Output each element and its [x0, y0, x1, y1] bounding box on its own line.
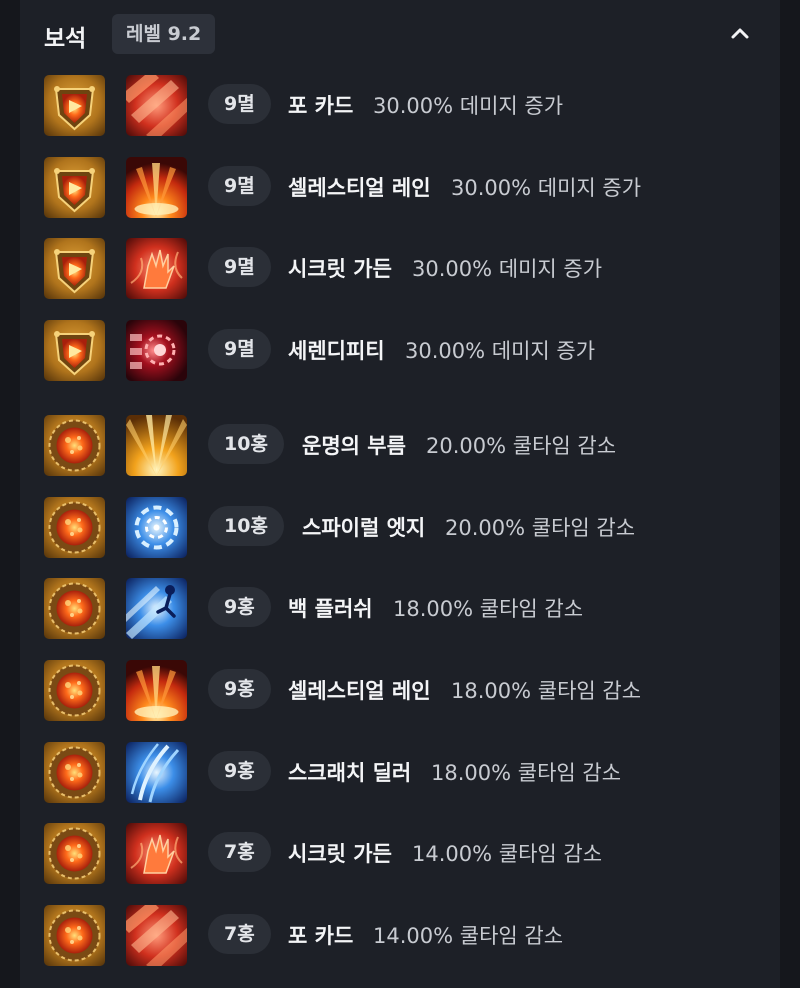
- gem-effect: 30.00% 데미지 증가: [405, 339, 596, 363]
- crimson-vortex-skill-icon: [126, 320, 187, 381]
- gem-row[interactable]: 9멸 시크릿 가든 30.00% 데미지 증가: [20, 233, 780, 303]
- gem-row[interactable]: 9멸 셀레스티얼 레인 30.00% 데미지 증가: [20, 152, 780, 222]
- fire-burst-skill-icon: [126, 660, 187, 721]
- gem-row[interactable]: 9홍 백 플러쉬 18.00% 쿨타임 감소: [20, 573, 780, 643]
- gem-row[interactable]: 10홍 운명의 부름 20.00% 쿨타임 감소: [20, 410, 780, 480]
- annihilation-gem-icon: [44, 75, 105, 136]
- skill-name: 백 플러쉬: [288, 597, 373, 621]
- gem-row[interactable]: 7홍 시크릿 가든 14.00% 쿨타임 감소: [20, 818, 780, 888]
- gem-effect: 14.00% 쿨타임 감소: [412, 842, 603, 866]
- gem-row[interactable]: 7홍 포 카드 14.00% 쿨타임 감소: [20, 900, 780, 970]
- gem-grade-badge: 10홍: [208, 506, 284, 546]
- crimson-flame-gem-icon: [44, 660, 105, 721]
- gem-effect: 30.00% 데미지 증가: [451, 176, 642, 200]
- gem-row[interactable]: 9홍 셀레스티얼 레인 18.00% 쿨타임 감소: [20, 655, 780, 725]
- gem-row[interactable]: 9홍 스크래치 딜러 18.00% 쿨타임 감소: [20, 737, 780, 807]
- gem-panel: 보석 레벨 9.2 9멸 포 카드 30.00% 데미지 증가 9멸 셀레스티얼 레인 3…: [20, 0, 780, 988]
- skill-name: 운명의 부름: [302, 434, 406, 458]
- skill-name: 셀레스티얼 레인: [288, 176, 431, 200]
- annihilation-gem-icon: [44, 320, 105, 381]
- annihilation-gem-icon: [44, 157, 105, 218]
- fire-burst-skill-icon: [126, 157, 187, 218]
- gem-grade-badge: 9멸: [208, 247, 271, 287]
- gem-grade-badge: 7홍: [208, 832, 271, 872]
- gem-row[interactable]: 9멸 포 카드 30.00% 데미지 증가: [20, 70, 780, 140]
- skill-name: 세렌디피티: [288, 339, 385, 363]
- gem-effect: 20.00% 쿨타임 감소: [426, 434, 617, 458]
- skill-name: 스파이럴 엣지: [302, 516, 426, 540]
- gem-effect: 30.00% 데미지 증가: [412, 257, 603, 281]
- skill-name: 스크래치 딜러: [288, 761, 412, 785]
- blue-slash-skill-icon: [126, 742, 187, 803]
- skill-name: 시크릿 가든: [288, 842, 392, 866]
- fire-hand-skill-icon: [126, 238, 187, 299]
- blue-spiral-skill-icon: [126, 497, 187, 558]
- annihilation-gem-icon: [44, 238, 105, 299]
- fire-red-slash-skill-icon: [126, 75, 187, 136]
- gem-effect: 14.00% 쿨타임 감소: [373, 924, 564, 948]
- gem-grade-badge: 7홍: [208, 914, 271, 954]
- gem-grade-badge: 10홍: [208, 424, 284, 464]
- gem-grade-badge: 9멸: [208, 329, 271, 369]
- gem-grade-badge: 9홍: [208, 751, 271, 791]
- skill-name: 셀레스티얼 레인: [288, 679, 431, 703]
- crimson-flame-gem-icon: [44, 497, 105, 558]
- gem-effect: 18.00% 쿨타임 감소: [431, 761, 622, 785]
- golden-rays-skill-icon: [126, 415, 187, 476]
- gem-effect: 30.00% 데미지 증가: [373, 94, 564, 118]
- crimson-flame-gem-icon: [44, 578, 105, 639]
- gem-effect: 18.00% 쿨타임 감소: [451, 679, 642, 703]
- skill-name: 포 카드: [288, 924, 354, 948]
- gem-grade-badge: 9홍: [208, 669, 271, 709]
- gem-grade-badge: 9멸: [208, 166, 271, 206]
- gem-effect: 20.00% 쿨타임 감소: [445, 516, 636, 540]
- gem-row[interactable]: 9멸 세렌디피티 30.00% 데미지 증가: [20, 315, 780, 385]
- skill-name: 포 카드: [288, 94, 354, 118]
- crimson-flame-gem-icon: [44, 823, 105, 884]
- fire-red-slash-skill-icon: [126, 905, 187, 966]
- blue-dash-skill-icon: [126, 578, 187, 639]
- crimson-flame-gem-icon: [44, 415, 105, 476]
- gem-row[interactable]: 10홍 스파이럴 엣지 20.00% 쿨타임 감소: [20, 492, 780, 562]
- gem-grade-badge: 9홍: [208, 587, 271, 627]
- fire-hand-skill-icon: [126, 823, 187, 884]
- gem-effect: 18.00% 쿨타임 감소: [393, 597, 584, 621]
- crimson-flame-gem-icon: [44, 905, 105, 966]
- gem-list: 9멸 포 카드 30.00% 데미지 증가 9멸 셀레스티얼 레인 30.00% 데미지 …: [20, 0, 780, 988]
- gem-grade-badge: 9멸: [208, 84, 271, 124]
- skill-name: 시크릿 가든: [288, 257, 392, 281]
- crimson-flame-gem-icon: [44, 742, 105, 803]
